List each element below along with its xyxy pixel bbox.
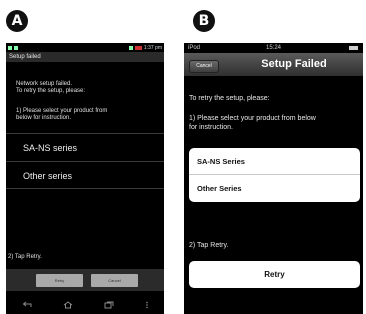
list-item-sa-ns-series[interactable]: SA-NS Series — [189, 148, 360, 175]
product-list: SA-NS series Other series — [6, 133, 164, 189]
retry-button[interactable]: Retry — [36, 274, 83, 287]
home-icon[interactable] — [63, 300, 73, 311]
instruction-line: 1) Please select your product from below — [189, 115, 316, 122]
usb-icon — [14, 45, 18, 50]
retry-button[interactable]: Retry — [189, 261, 360, 288]
battery-icon — [134, 45, 142, 50]
recent-apps-icon[interactable] — [104, 301, 114, 311]
message-line: To retry the setup, please: — [16, 88, 86, 94]
status-time: 15:24 — [265, 45, 281, 51]
error-message: Network setup failed. To retry the setup… — [16, 81, 160, 95]
button-bar — [6, 269, 164, 291]
cancel-button[interactable]: Cancel — [91, 274, 138, 287]
list-item-other-series[interactable]: Other series — [6, 161, 164, 189]
status-time: 1:37 pm — [143, 44, 162, 51]
instruction-text: 1) Please select your product from below… — [189, 114, 359, 132]
status-bar: iPod 15:24 — [184, 43, 363, 53]
android-screen: 1:37 pm Setup failed Network setup faile… — [6, 43, 164, 314]
cancel-button[interactable]: Cancel — [189, 60, 219, 73]
page-title: Setup failed — [6, 52, 164, 62]
retry-instruction: To retry the setup, please: — [189, 95, 270, 102]
menu-icon[interactable] — [145, 301, 149, 311]
label-a-badge: A — [6, 10, 28, 32]
instruction-text: 1) Please select your product from below… — [16, 108, 160, 122]
page-title: Setup Failed — [261, 58, 327, 70]
notification-icon — [8, 45, 12, 50]
list-item-sa-ns-series[interactable]: SA-NS series — [6, 133, 164, 161]
tap-retry-text: 2) Tap Retry. — [189, 242, 229, 249]
message-line: Network setup failed. — [16, 81, 73, 87]
list-item-other-series[interactable]: Other Series — [189, 175, 360, 202]
instruction-line: for instruction. — [189, 124, 233, 131]
wifi-icon — [128, 45, 133, 50]
tap-retry-text: 2) Tap Retry. — [8, 254, 42, 260]
product-list: SA-NS Series Other Series — [189, 148, 360, 202]
status-bar: 1:37 pm — [6, 43, 164, 52]
instruction-line: below for instruction. — [16, 115, 72, 121]
label-b-badge: B — [193, 10, 215, 32]
battery-icon — [349, 46, 358, 50]
ios-screen: iPod 15:24 Cancel Setup Failed To retry … — [184, 43, 363, 314]
instruction-line: 1) Please select your product from — [16, 108, 108, 114]
back-icon[interactable] — [22, 301, 32, 310]
system-nav-bar — [6, 297, 164, 314]
